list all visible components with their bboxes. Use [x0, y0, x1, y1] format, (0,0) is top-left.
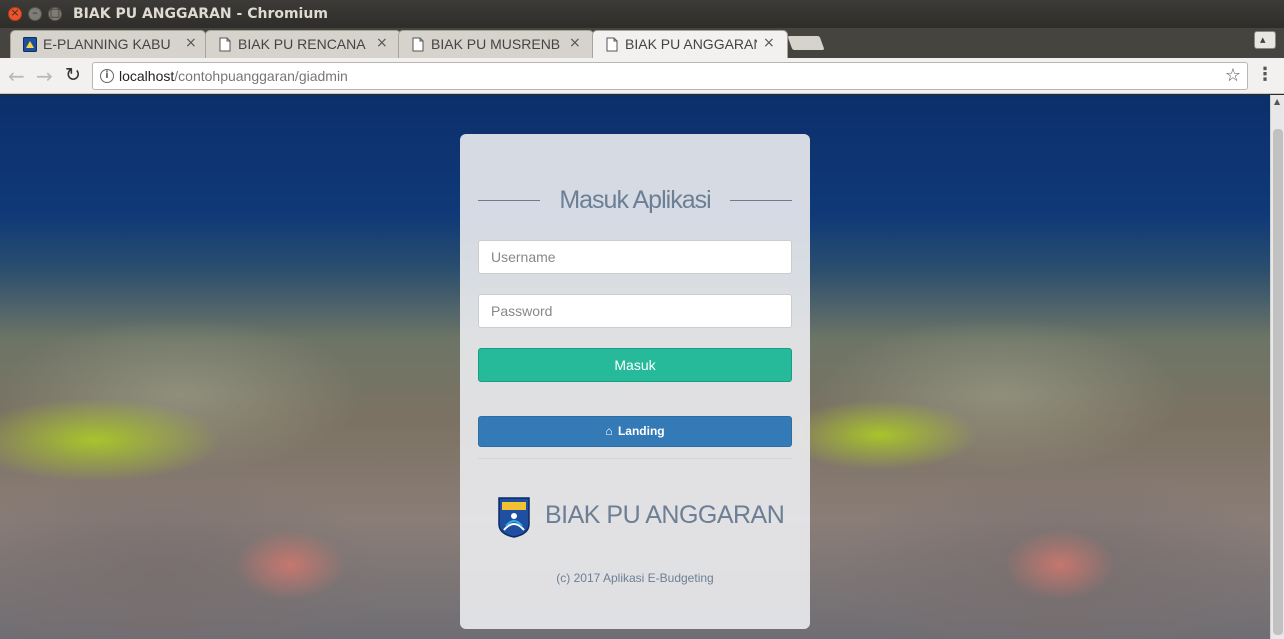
login-heading: Masuk Aplikasi	[478, 186, 792, 216]
page-viewport: Masuk Aplikasi Masuk ⌂ Landing BIAK PU A…	[0, 95, 1270, 639]
scroll-up-icon[interactable]: ▲	[1274, 97, 1280, 106]
browser-toolbar: ← → ↻ i localhost/contohpuanggaran/giadm…	[0, 58, 1284, 94]
tab-biak-pu-musrenb[interactable]: BIAK PU MUSRENB ×	[398, 30, 594, 58]
tab-strip: E-PLANNING KABU × BIAK PU RENCANA × BIAK…	[0, 28, 1284, 58]
divider	[478, 458, 792, 459]
regency-emblem-icon	[498, 497, 530, 538]
minimize-window-icon[interactable]: –	[28, 6, 42, 21]
scrollbar-thumb[interactable]	[1273, 129, 1283, 635]
url-text[interactable]: localhost/contohpuanggaran/giadmin	[119, 68, 348, 84]
back-arrow-icon[interactable]: ←	[8, 64, 25, 88]
page-icon	[606, 37, 618, 52]
landing-button[interactable]: ⌂ Landing	[478, 416, 792, 447]
tab-close-icon[interactable]: ×	[569, 35, 581, 51]
page-icon	[219, 37, 231, 52]
site-logo-icon	[23, 37, 37, 52]
window-titlebar: × – □ BIAK PU ANGGARAN - Chromium	[0, 0, 1284, 28]
tab-close-icon[interactable]: ×	[185, 35, 197, 51]
password-input[interactable]	[478, 294, 792, 328]
home-icon: ⌂	[605, 424, 613, 438]
profile-button[interactable]: ▴	[1254, 31, 1276, 49]
login-panel: Masuk Aplikasi Masuk ⌂ Landing BIAK PU A…	[460, 134, 810, 629]
tab-e-planning[interactable]: E-PLANNING KABU ×	[10, 30, 206, 58]
reload-icon[interactable]: ↻	[65, 64, 81, 86]
heading-divider	[730, 200, 792, 201]
copyright-text: (c) 2017 Aplikasi E-Budgeting	[556, 571, 714, 585]
tab-biak-pu-rencana[interactable]: BIAK PU RENCANA ×	[205, 30, 401, 58]
page-scrollbar[interactable]: ▲	[1270, 95, 1284, 639]
forward-arrow-icon[interactable]: →	[36, 64, 53, 88]
star-icon[interactable]: ☆	[1225, 65, 1241, 86]
tab-biak-pu-anggaran[interactable]: BIAK PU ANGGARAN ×	[592, 30, 788, 58]
login-button[interactable]: Masuk	[478, 348, 792, 382]
tab-close-icon[interactable]: ×	[763, 35, 775, 51]
page-icon	[412, 37, 424, 52]
close-window-icon[interactable]: ×	[8, 6, 22, 21]
maximize-window-icon[interactable]: □	[48, 6, 62, 21]
username-input[interactable]	[478, 240, 792, 274]
brand-name: BIAK PU ANGGARAN	[545, 501, 785, 529]
menu-icon[interactable]: ⋮	[1256, 64, 1274, 85]
tab-close-icon[interactable]: ×	[376, 35, 388, 51]
window-title: BIAK PU ANGGARAN - Chromium	[73, 6, 328, 22]
landing-label: Landing	[617, 424, 665, 438]
new-tab-button[interactable]	[787, 36, 825, 50]
address-bar[interactable]: i localhost/contohpuanggaran/giadmin ☆	[92, 62, 1248, 90]
info-icon[interactable]: i	[100, 69, 114, 83]
